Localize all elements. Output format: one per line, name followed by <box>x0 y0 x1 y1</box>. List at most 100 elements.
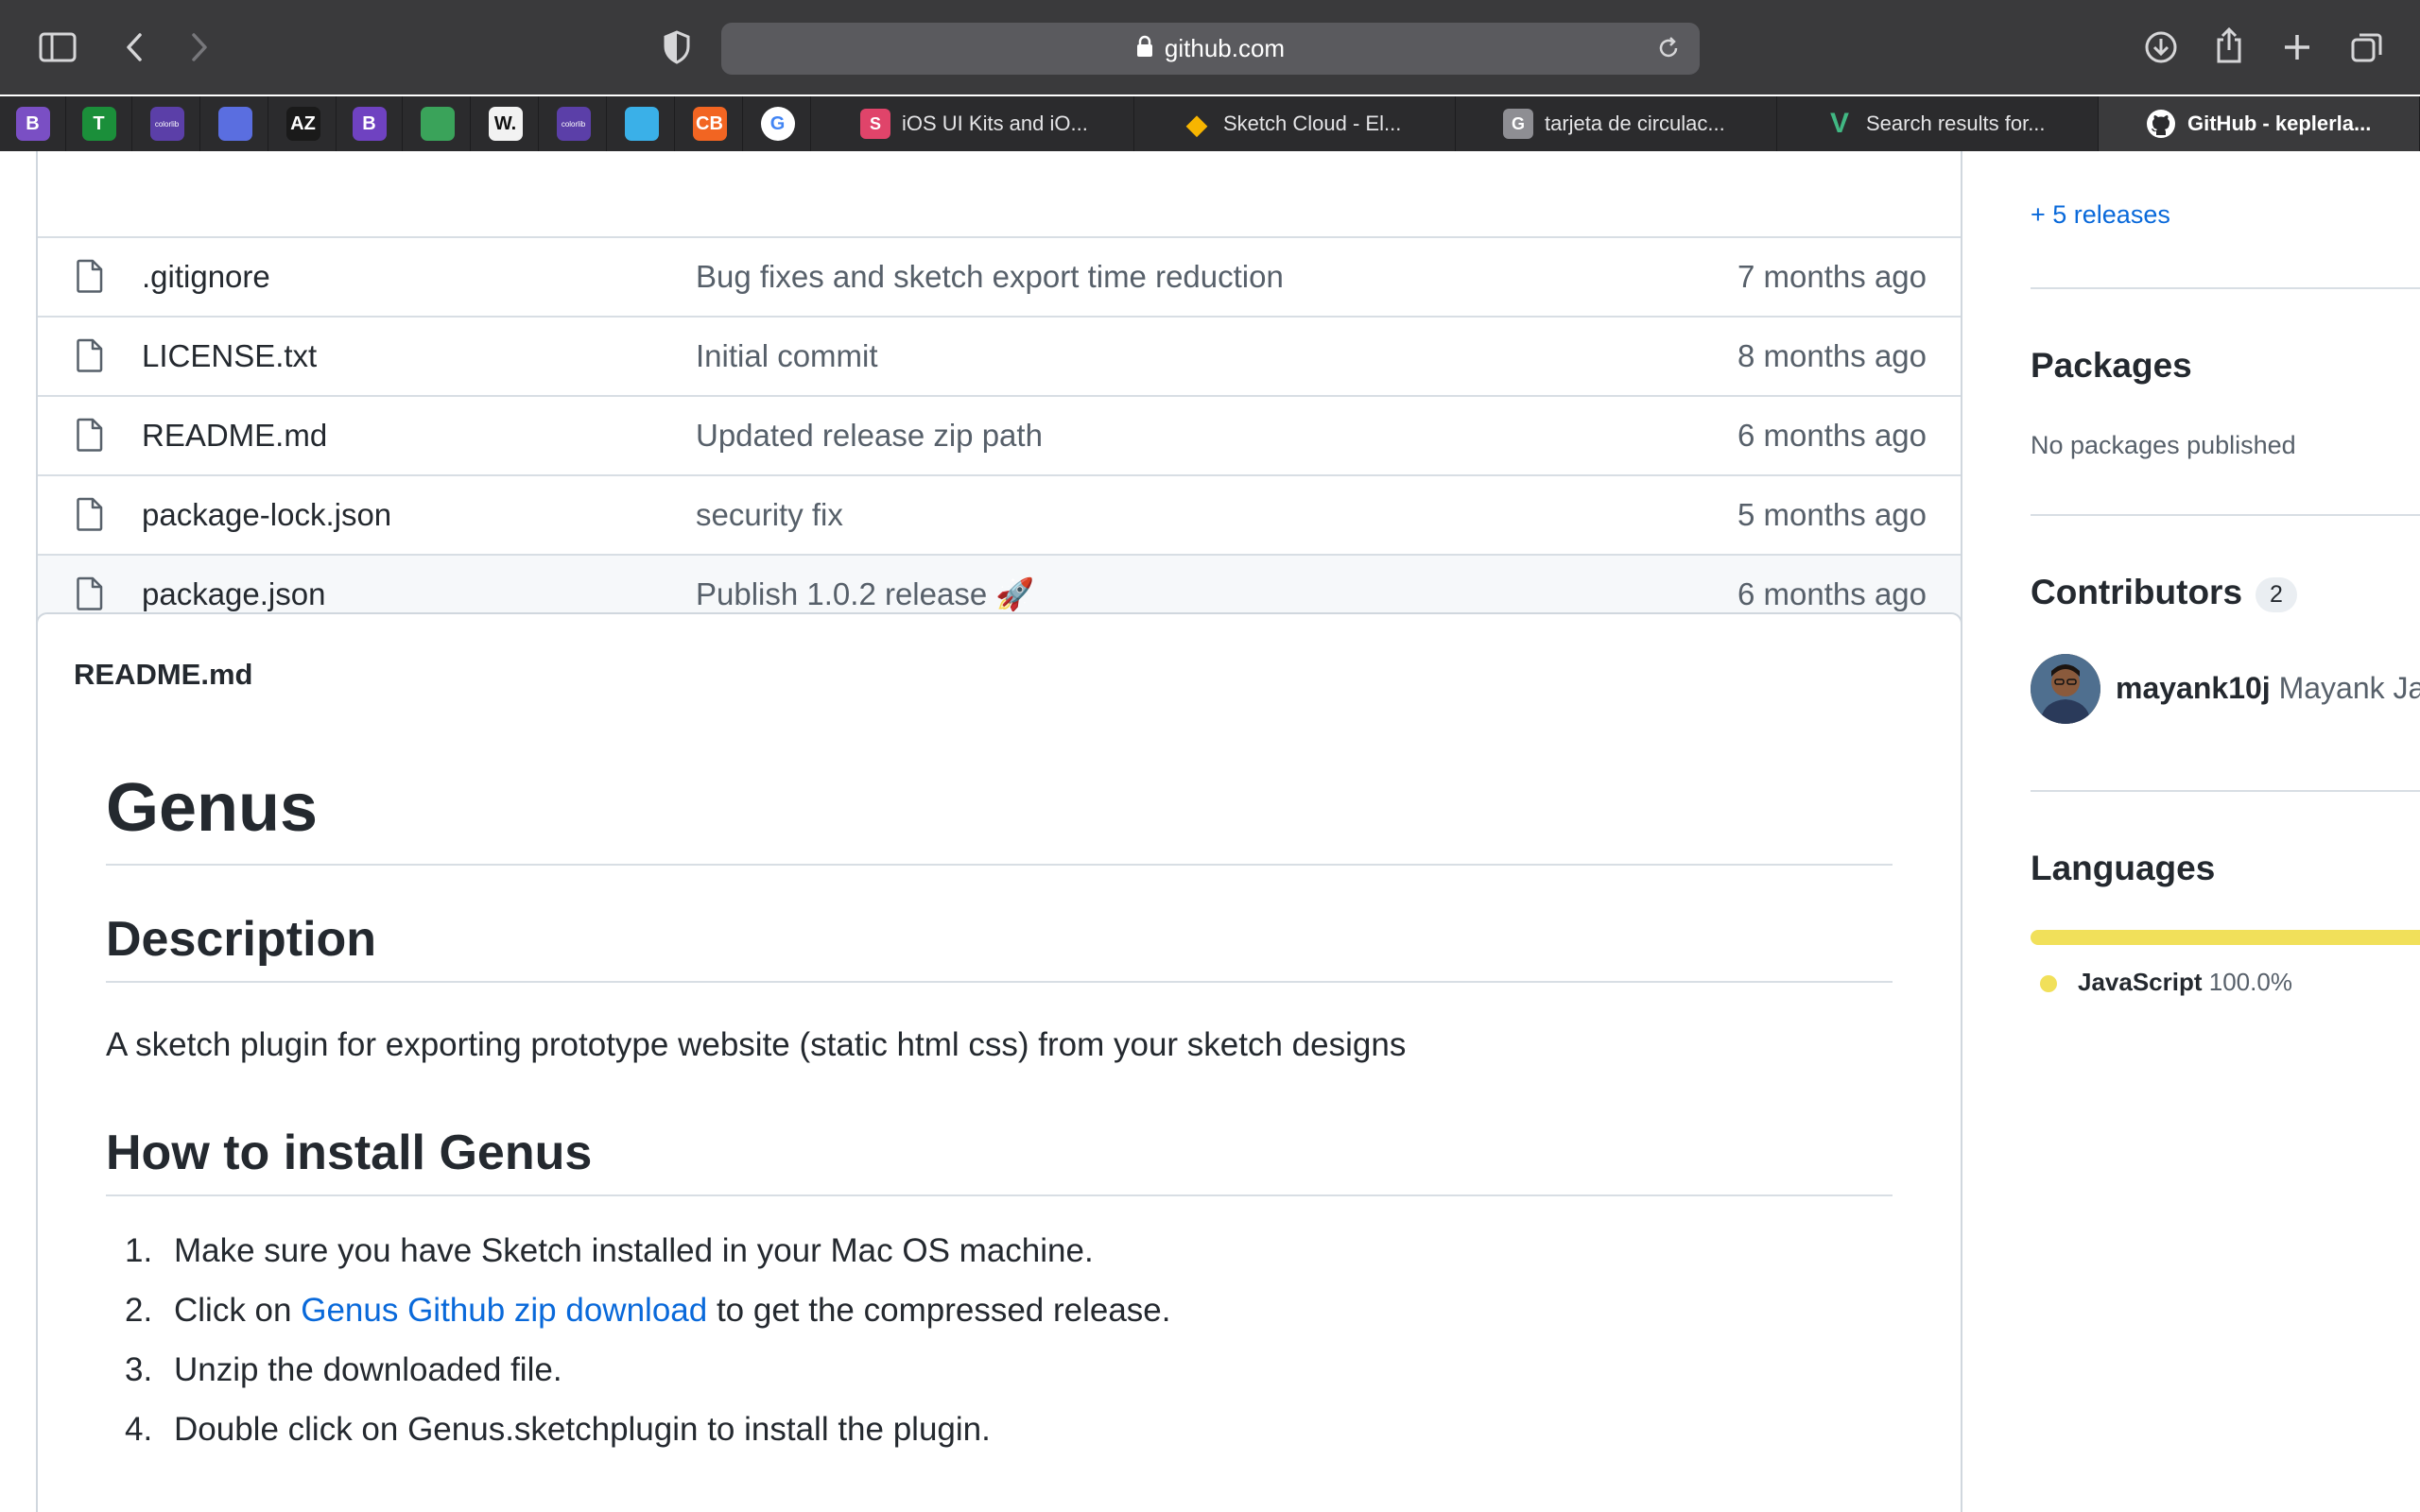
language-bar <box>2031 930 2420 945</box>
address-bar[interactable]: github.com <box>721 23 1700 75</box>
repo-sidebar: + 5 releases Packages No packages publis… <box>2031 151 2420 1512</box>
contributor-entry[interactable]: mayank10j Mayank Ja <box>2116 671 2420 706</box>
lock-icon <box>1136 35 1153 62</box>
commit-age: 5 months ago <box>1737 497 1927 532</box>
gradient-icon <box>624 107 659 141</box>
pinned-tab[interactable]: G <box>745 96 811 151</box>
browser-tab-label: tarjeta de circulac... <box>1545 112 1725 135</box>
pinned-tab[interactable] <box>202 96 268 151</box>
github-repo-page: .gitignore Bug fixes and sketch export ti… <box>0 151 2420 1512</box>
commit-age: 6 months ago <box>1737 418 1927 453</box>
commit-message-link[interactable]: Initial commit <box>696 338 878 374</box>
file-name-link[interactable]: .gitignore <box>142 259 270 295</box>
commit-message-link[interactable]: security fix <box>696 497 843 533</box>
pinned-tab[interactable]: W. <box>473 96 539 151</box>
file-name-link[interactable]: LICENSE.txt <box>142 338 317 374</box>
table-row[interactable]: .gitignore Bug fixes and sketch export ti… <box>38 236 1961 316</box>
mask-icon <box>217 107 252 141</box>
pinned-tab[interactable] <box>609 96 675 151</box>
install-steps-list: 1. Make sure you have Sketch installed in… <box>106 1230 1893 1469</box>
table-row[interactable]: LICENSE.txt Initial commit 8 months ago <box>38 316 1961 395</box>
readme-h2-install: How to install Genus <box>106 1123 1893 1196</box>
privacy-shield-icon[interactable] <box>660 28 694 66</box>
browser-tab[interactable]: V Search results for... <box>1777 96 2099 151</box>
browser-tab[interactable]: GitHub - keplerla... <box>2099 96 2420 151</box>
bootstrap-icon: B <box>15 107 50 141</box>
contributor-login: mayank10j <box>2116 671 2271 705</box>
table-row[interactable]: package-lock.json security fix 5 months ag… <box>38 474 1961 554</box>
back-icon[interactable] <box>117 26 151 68</box>
contributors-heading[interactable]: Contributors 2 <box>2031 573 2297 612</box>
file-name-link[interactable]: README.md <box>142 418 327 454</box>
google-icon: G <box>760 107 795 141</box>
pinned-tab[interactable]: AZ <box>270 96 337 151</box>
vuetify-icon: V <box>1829 108 1849 139</box>
browser-tab-label: Search results for... <box>1866 112 2046 135</box>
avatar[interactable] <box>2031 654 2100 724</box>
table-row-partial[interactable] <box>38 151 1961 164</box>
w-icon: W. <box>488 107 523 141</box>
commit-message-link[interactable]: Publish 1.0.2 release 🚀 <box>696 576 1034 613</box>
file-name-link[interactable]: package-lock.json <box>142 497 391 533</box>
contributors-title: Contributors <box>2031 573 2243 611</box>
url-text: github.com <box>1164 34 1286 62</box>
packages-empty-text: No packages published <box>2031 431 2296 459</box>
table-row[interactable]: README.md Updated release zip path 6 month… <box>38 395 1961 474</box>
contributors-count-badge: 2 <box>2256 576 2297 612</box>
leaf-icon <box>420 107 455 141</box>
readme-content: Genus Description A sketch plugin for ex… <box>106 765 1893 1469</box>
pinned-tab[interactable] <box>405 96 471 151</box>
github-icon <box>2146 109 2176 139</box>
tab-bar: B Tcolorlib AZ B W. colorlib CB G SiOS UI Kits a… <box>0 96 2420 151</box>
tab-overview-icon[interactable] <box>2348 28 2386 66</box>
commit-age: 8 months ago <box>1737 338 1927 373</box>
divider <box>2031 790 2420 792</box>
az-icon: AZ <box>285 107 320 141</box>
pinned-tab[interactable]: colorlib <box>134 96 200 151</box>
commit-age: 7 months ago <box>1737 259 1927 294</box>
reload-icon[interactable] <box>1656 36 1681 65</box>
pinned-tab[interactable]: colorlib <box>541 96 607 151</box>
pinned-tab[interactable]: B <box>337 96 403 151</box>
file-name-link[interactable]: package.json <box>142 576 325 612</box>
pinned-tab[interactable]: CB <box>677 96 743 151</box>
file-icon <box>76 497 104 539</box>
pinned-tab[interactable]: B <box>0 96 66 151</box>
colorlib-icon-2: colorlib <box>556 107 591 141</box>
browser-tab-label: iOS UI Kits and iO... <box>902 112 1088 135</box>
language-entry[interactable]: JavaScript 100.0% <box>2040 968 2292 997</box>
readme-description: A sketch plugin for exporting prototype … <box>106 1026 1407 1063</box>
browser-tab[interactable]: SiOS UI Kits and iO... <box>813 96 1134 151</box>
commit-message-link[interactable]: Updated release zip path <box>696 418 1043 454</box>
new-tab-icon[interactable] <box>2278 28 2316 66</box>
forward-icon[interactable] <box>182 26 216 68</box>
readme-file-title[interactable]: README.md <box>74 658 252 692</box>
contributor-name: Mayank Ja <box>2278 671 2420 705</box>
readme-h2-description: Description <box>106 909 1893 983</box>
packages-heading[interactable]: Packages <box>2031 346 2192 386</box>
file-icon <box>76 418 104 459</box>
pinned-tab[interactable]: T <box>66 96 132 151</box>
sidebar-toggle-icon[interactable] <box>36 28 79 66</box>
commit-message-link[interactable]: Bug fixes and sketch export time reducti… <box>696 259 1284 295</box>
language-name: JavaScript <box>2078 968 2203 996</box>
divider <box>2031 514 2420 516</box>
list-item: 4. Double click on Genus.sketchplugin to … <box>125 1411 991 1448</box>
bootstrap-purple-icon: B <box>352 107 387 141</box>
commit-age: 6 months ago <box>1737 576 1927 611</box>
readme-h1: Genus <box>106 765 1893 866</box>
browser-tab[interactable]: ◆ Sketch Cloud - El... <box>1134 96 1456 151</box>
divider <box>2031 287 2420 289</box>
genus-zip-download-link[interactable]: Genus Github zip download <box>301 1292 707 1329</box>
sketch-diamond-icon: ◆ <box>1186 109 1207 139</box>
browser-toolbar: github.com <box>0 0 2420 94</box>
releases-link[interactable]: + 5 releases <box>2031 200 2170 230</box>
browser-tab-label: GitHub - keplerla... <box>2187 112 2372 135</box>
readme-panel: README.md Genus Description A sketch plu… <box>36 612 1962 1512</box>
list-item: 1. Make sure you have Sketch installed in… <box>125 1232 1094 1269</box>
browser-tab[interactable]: Gtarjeta de circulac... <box>1456 96 1777 151</box>
cb-icon: CB <box>692 107 727 141</box>
share-icon[interactable] <box>2212 25 2246 66</box>
typora-icon: T <box>81 107 116 141</box>
download-icon[interactable] <box>2142 28 2180 66</box>
